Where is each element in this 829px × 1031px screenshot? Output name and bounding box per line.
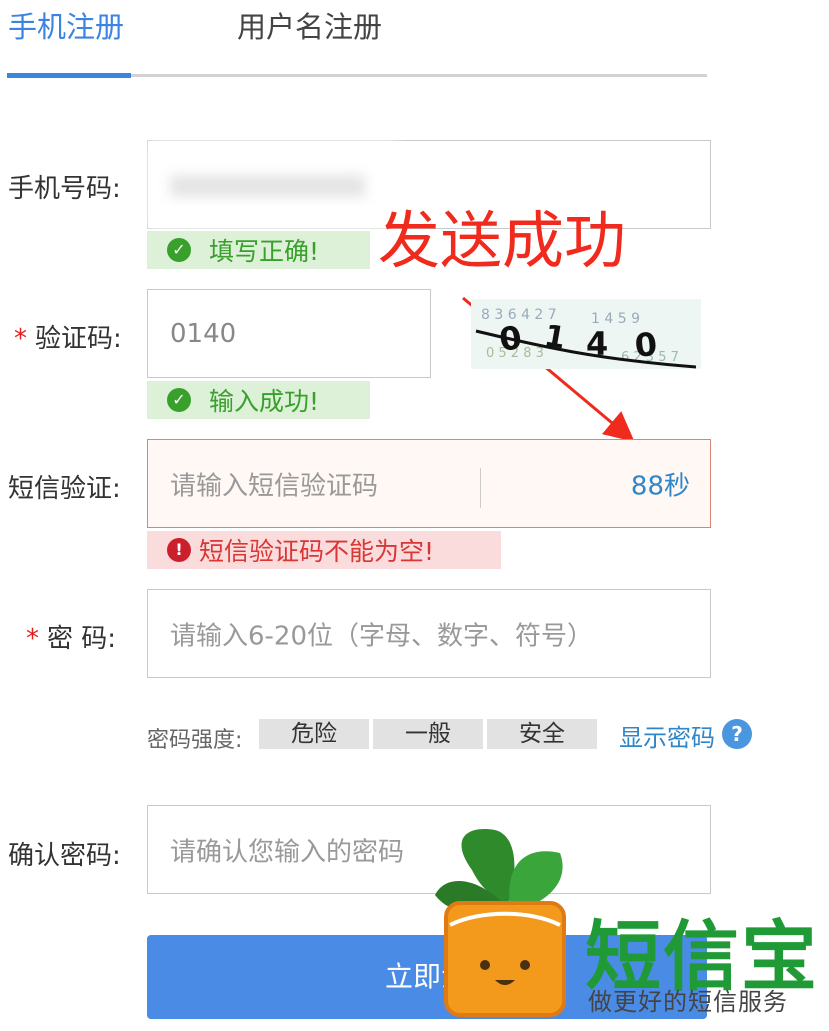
password-placeholder: 请输入6-20位（字母、数字、符号）	[170, 621, 594, 651]
confirm-placeholder: 请确认您输入的密码	[170, 837, 405, 867]
strength-safe: 安全	[487, 719, 597, 749]
sms-error: ! 短信验证码不能为空!	[147, 531, 501, 569]
svg-text:0: 0	[633, 325, 659, 365]
annotation-text: 发送成功	[378, 204, 627, 277]
strength-label: 密码强度:	[147, 728, 243, 753]
watermark-slogan: 做更好的短信服务	[588, 988, 788, 1016]
check-icon: ✓	[167, 388, 191, 412]
required-mark: *	[14, 324, 27, 354]
phone-redaction-bar	[170, 175, 365, 197]
captcha-label-text: 验证码:	[35, 324, 122, 354]
phone-label: 手机号码:	[8, 174, 121, 204]
captcha-input[interactable]: 0140	[147, 289, 431, 378]
check-icon: ✓	[167, 238, 191, 262]
show-password-link[interactable]: 显示密码	[619, 718, 715, 753]
captcha-label: * 验证码:	[14, 318, 122, 355]
sms-input[interactable]: 请输入短信验证码 88秒	[147, 439, 711, 528]
required-mark: *	[26, 624, 39, 654]
sms-label: 短信验证:	[8, 474, 121, 504]
captcha-status-text: 输入成功!	[209, 387, 320, 416]
phone-status-text: 填写正确!	[209, 237, 320, 266]
tab-active-indicator	[7, 73, 131, 78]
captcha-image[interactable]: 8 3 6 4 2 7 1 4 5 9 0 5 2 8 3 6 2 3 5 7 …	[471, 299, 701, 369]
sms-placeholder: 请输入短信验证码	[170, 471, 379, 501]
sms-error-text: 短信验证码不能为空!	[199, 537, 435, 566]
strength-danger: 危险	[259, 719, 369, 749]
password-label-text: 密 码:	[47, 624, 117, 654]
captcha-value: 0140	[170, 318, 237, 349]
captcha-status: ✓ 输入成功!	[147, 381, 370, 419]
password-label: * 密 码:	[26, 618, 116, 655]
password-input[interactable]: 请输入6-20位（字母、数字、符号）	[147, 589, 711, 678]
sms-countdown-button[interactable]: 88秒	[631, 465, 690, 502]
phone-status: ✓ 填写正确!	[147, 231, 370, 269]
error-icon: !	[167, 538, 191, 562]
confirm-label: 确认密码:	[8, 841, 121, 871]
sms-divider	[480, 468, 481, 508]
tab-phone-register[interactable]: 手机注册	[8, 4, 124, 46]
strength-medium: 一般	[373, 719, 483, 749]
question-icon[interactable]: ?	[722, 719, 752, 749]
tab-username-register[interactable]: 用户名注册	[237, 4, 382, 46]
